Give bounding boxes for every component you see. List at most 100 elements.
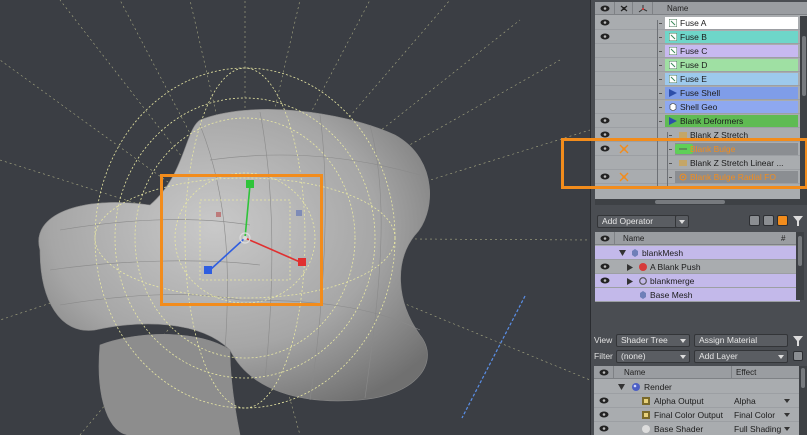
operator-label: Base Mesh	[650, 290, 693, 300]
mesh-icon	[640, 291, 646, 299]
operators-header-name: Name	[623, 234, 645, 243]
visibility-eye-icon	[600, 5, 610, 12]
add-layer-dropdown[interactable]: Add Layer	[694, 350, 788, 363]
shader-header-effect: Effect	[736, 368, 757, 377]
fuse-icon	[668, 74, 678, 84]
item-label: Fuse A	[680, 18, 707, 28]
item-label: Fuse B	[680, 32, 707, 42]
lock-icon	[620, 5, 628, 12]
operator-toolbar: Add Operator	[595, 214, 807, 229]
operators-scrollbar[interactable]	[796, 232, 804, 300]
mesh-icon	[632, 249, 638, 257]
item-row[interactable]: Fuse D	[595, 58, 807, 72]
add-layer-label: Add Layer	[699, 351, 738, 361]
visibility-eye-icon	[600, 235, 610, 242]
visibility-eye-icon[interactable]	[600, 33, 610, 40]
item-row[interactable]: Fuse B	[595, 30, 807, 44]
item-label: Shell Geo	[680, 102, 718, 112]
operators-header-hash: #	[781, 234, 786, 243]
item-label: Fuse E	[680, 74, 707, 84]
shader-label: Render	[644, 382, 672, 392]
fuse-icon	[668, 32, 678, 42]
view-orange-icon[interactable]	[777, 215, 788, 226]
collapse-arrow-icon[interactable]	[618, 384, 625, 390]
item-label: Fuse Shell	[680, 88, 721, 98]
visibility-eye-icon[interactable]	[599, 425, 609, 432]
view-label: View	[594, 335, 613, 345]
items-horizontal-scrollbar[interactable]	[595, 199, 807, 205]
shader-scrollbar[interactable]	[799, 366, 807, 435]
item-row[interactable]: Fuse Shell	[595, 86, 807, 100]
filter-value: (none)	[621, 351, 646, 361]
collapse-arrow-icon[interactable]	[619, 250, 626, 256]
alpha-output-icon	[642, 397, 650, 405]
visibility-eye-icon[interactable]	[600, 131, 610, 138]
shader-row[interactable]: Alpha Output Alpha	[594, 394, 799, 408]
fuse-icon	[668, 18, 678, 28]
items-highlight-box	[561, 138, 807, 189]
operator-row[interactable]: blankMesh	[595, 246, 800, 260]
render-icon	[632, 383, 640, 391]
operator-row[interactable]: A Blank Push	[595, 260, 800, 274]
item-label: Fuse C	[680, 46, 708, 56]
item-row[interactable]: Shell Geo	[595, 100, 807, 114]
spline-curve	[461, 295, 526, 419]
shader-effect: Alpha	[734, 396, 756, 406]
folder-icon	[669, 89, 677, 97]
operator-label: A Blank Push	[650, 262, 701, 272]
operator-row[interactable]: blankmerge	[595, 274, 800, 288]
view-list-icon[interactable]	[749, 215, 760, 226]
shader-row[interactable]: Render	[594, 380, 799, 394]
visibility-eye-icon[interactable]	[600, 277, 610, 284]
shader-tree: Name Effect Render Alpha Output Alpha Fi…	[594, 366, 799, 435]
shader-label: Base Shader	[654, 424, 704, 434]
operator-row[interactable]: Base Mesh	[595, 288, 800, 302]
filter-icon[interactable]	[792, 335, 804, 347]
operator-label: blankmerge	[650, 276, 695, 286]
operator-label: blankMesh	[642, 248, 684, 258]
visibility-eye-icon	[599, 369, 609, 376]
options-icon[interactable]	[793, 351, 803, 361]
add-operator-button[interactable]: Add Operator	[597, 215, 677, 228]
visibility-eye-icon[interactable]	[600, 117, 610, 124]
filter-icon[interactable]	[792, 215, 804, 227]
assign-material-button[interactable]: Assign Material	[694, 334, 788, 347]
shader-row[interactable]: Final Color Output Final Color	[594, 408, 799, 422]
shader-row[interactable]: Base Shader Full Shading	[594, 422, 799, 435]
item-label: Blank Deformers	[680, 116, 744, 126]
add-operator-label: Add Operator	[602, 216, 654, 226]
operators-header: Name #	[595, 232, 800, 245]
view-grid-icon[interactable]	[763, 215, 774, 226]
axis-icon	[638, 5, 648, 13]
deformer-red-icon	[639, 263, 647, 271]
shader-effect: Final Color	[734, 410, 776, 420]
color-output-icon	[642, 411, 650, 419]
visibility-eye-icon[interactable]	[599, 397, 609, 404]
3d-viewport[interactable]	[0, 0, 590, 435]
view-dropdown[interactable]: Shader Tree	[616, 334, 690, 347]
items-header-name: Name	[667, 4, 689, 13]
item-row[interactable]: Fuse A	[595, 16, 807, 30]
item-row[interactable]: Fuse E	[595, 72, 807, 86]
add-operator-dropdown[interactable]	[675, 215, 689, 228]
visibility-eye-icon[interactable]	[599, 411, 609, 418]
merge-icon	[639, 277, 647, 285]
items-header: Name	[595, 2, 807, 15]
shader-label: Alpha Output	[654, 396, 704, 406]
item-label: Fuse D	[680, 60, 708, 70]
expand-arrow-icon[interactable]	[627, 278, 633, 285]
shader-filter-bar: Filter (none) Add Layer	[590, 349, 807, 364]
shader-header: Name Effect	[594, 366, 799, 379]
item-row[interactable]: Blank Deformers	[595, 114, 807, 128]
visibility-eye-icon[interactable]	[600, 19, 610, 26]
item-row[interactable]: Fuse C	[595, 44, 807, 58]
visibility-eye-icon[interactable]	[600, 263, 610, 270]
operators-list: Name # blankMesh A Blank Push blankmerge…	[595, 232, 800, 302]
shader-header-name: Name	[624, 368, 646, 377]
folder-icon	[669, 117, 677, 125]
shader-label: Final Color Output	[654, 410, 723, 420]
shader-view-bar: View Shader Tree Assign Material	[590, 333, 807, 348]
filter-dropdown[interactable]: (none)	[616, 350, 690, 363]
view-value: Shader Tree	[621, 335, 668, 345]
expand-arrow-icon[interactable]	[627, 264, 633, 271]
